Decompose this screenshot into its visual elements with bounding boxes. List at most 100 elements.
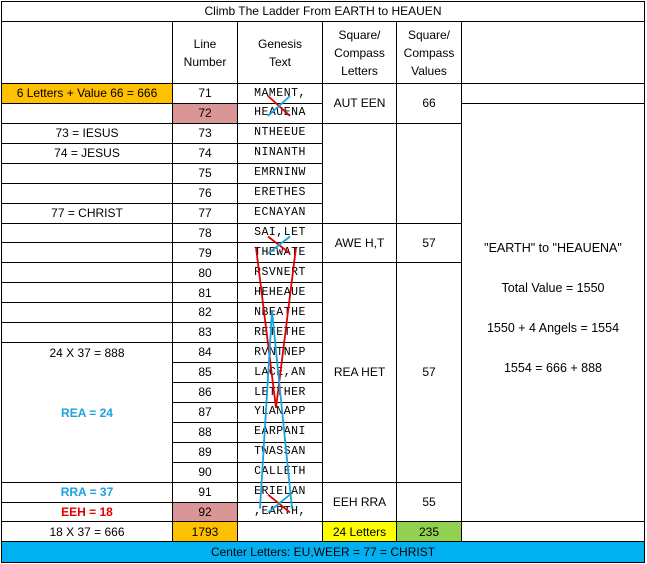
totals-value: 235 [397, 522, 462, 542]
genesis-text-cell: RSVNERT [238, 263, 323, 284]
genesis-text-cell: RETETHE [238, 323, 323, 344]
header-text: Letters [341, 63, 378, 78]
header-line-number: Line Number [173, 22, 238, 84]
summary-line: Total Value = 1550 [501, 281, 605, 296]
line-number-cell: 79 [173, 243, 238, 264]
line-number-cell: 83 [173, 323, 238, 344]
summary-blank [462, 84, 645, 104]
header-genesis-text: Genesis Text [238, 22, 323, 84]
genesis-text-cell: NINANTH [238, 143, 323, 164]
note-cell: 77 = CHRIST [1, 203, 173, 224]
note-cell: RRA = 37 [1, 482, 173, 503]
genesis-text-cell: RVNTNEP [238, 343, 323, 363]
line-number-cell: 80 [173, 263, 238, 284]
note-cell: 6 Letters + Value 66 = 666 [1, 84, 173, 104]
line-number-cell: 89 [173, 442, 238, 463]
compass-letters-cell: AUT EEN [323, 84, 397, 124]
genesis-text-cell: ECNAYAN [238, 203, 323, 224]
line-number-cell: 82 [173, 303, 238, 324]
header-text: Text [268, 54, 291, 69]
note-cell [1, 183, 173, 204]
genesis-text-cell: LACE,AN [238, 363, 323, 383]
genesis-text-cell: THEWATE [238, 243, 323, 264]
line-number-cell: 74 [173, 143, 238, 164]
genesis-text-cell: EARPANI [238, 422, 323, 443]
compass-value-cell: 55 [397, 482, 462, 523]
header-text: Values [411, 63, 447, 78]
genesis-text-cell: ERIELAN [238, 482, 323, 503]
line-number-cell: 84 [173, 343, 238, 363]
compass-value-cell: 66 [397, 84, 462, 124]
note-cell [1, 323, 173, 344]
line-number-cell: 92 [173, 502, 238, 523]
totals-line: 1793 [173, 522, 238, 542]
note-cell [1, 263, 173, 284]
genesis-text-cell: MAMENT, [238, 84, 323, 104]
summary-line: 1550 + 4 Angels = 1554 [486, 321, 620, 336]
header-text: Square/ [407, 27, 451, 42]
genesis-text-cell: NTHEEUE [238, 123, 323, 144]
summary-panel: "EARTH" to "HEAUENA" Total Value = 1550 15… [462, 103, 645, 523]
totals-note: 18 X 37 = 666 [1, 522, 173, 542]
line-number-cell: 75 [173, 163, 238, 184]
totals-blank [462, 522, 645, 542]
genesis-text-cell: EMRNINW [238, 163, 323, 184]
header-text: Genesis [257, 36, 303, 51]
header-values: Square/Compass Values [397, 22, 462, 84]
genesis-text-cell: TWASSAN [238, 442, 323, 463]
genesis-text-cell: HEAUENA [238, 103, 323, 124]
note-cell [1, 223, 173, 244]
line-number-cell: 91 [173, 482, 238, 503]
header-letters: Square/Compass Letters [323, 22, 397, 84]
genesis-text-cell: HEHEAUE [238, 283, 323, 304]
line-number-cell: 87 [173, 402, 238, 423]
line-number-cell: 90 [173, 462, 238, 483]
header-notes [1, 22, 173, 84]
sheet-title: Climb The Ladder From EARTH to HEAUEN [1, 1, 645, 22]
line-number-cell: 86 [173, 382, 238, 403]
note-cell [1, 303, 173, 324]
note-cell: 74 = JESUS [1, 143, 173, 164]
header-text: Compass [403, 45, 455, 60]
line-number-cell: 78 [173, 223, 238, 244]
compass-letters-cell [323, 123, 397, 224]
line-number-cell: 71 [173, 84, 238, 104]
summary-line: 1554 = 666 + 888 [503, 361, 602, 376]
genesis-text-cell: CALLETH [238, 462, 323, 483]
note-cell [1, 243, 173, 264]
line-number-cell: 85 [173, 363, 238, 383]
compass-letters-cell: REA HET [323, 263, 397, 483]
compass-letters-cell: EEH RRA [323, 482, 397, 523]
header-text: Number [183, 54, 227, 69]
genesis-text-cell: ,EARTH, [238, 502, 323, 523]
note-cell: 73 = IESUS [1, 123, 173, 144]
summary-line: "EARTH" to "HEAUENA" [484, 241, 622, 256]
header-text: Square/ [338, 27, 381, 42]
genesis-text-cell: ERETHES [238, 183, 323, 204]
note-cell-merged: 24 X 37 = 888 REA = 24 [1, 343, 173, 483]
totals-blank [238, 522, 323, 542]
header-text: Line [193, 36, 217, 51]
genesis-text-cell: YLANAPP [238, 402, 323, 423]
compass-value-cell: 57 [397, 223, 462, 264]
footer-bar: Center Letters: EU,WEER = 77 = CHRIST [1, 542, 645, 563]
note-cell [1, 283, 173, 304]
line-number-cell: 72 [173, 103, 238, 124]
compass-value-cell: 57 [397, 263, 462, 483]
genesis-text-cell: SAI,LET [238, 223, 323, 244]
genesis-text-cell: NBEATHE [238, 303, 323, 324]
compass-letters-cell: AWE H,T [323, 223, 397, 264]
note-cell: EEH = 18 [1, 502, 173, 523]
line-number-cell: 76 [173, 183, 238, 204]
rea-note: REA = 24 [61, 405, 113, 420]
compass-value-cell [397, 123, 462, 224]
line-number-cell: 81 [173, 283, 238, 304]
note-cell [1, 103, 173, 124]
header-text: Compass [334, 45, 385, 60]
totals-letters: 24 Letters [323, 522, 397, 542]
header-summary [462, 22, 645, 84]
note-cell [1, 163, 173, 184]
note-text: 24 X 37 = 888 [49, 345, 125, 360]
line-number-cell: 88 [173, 422, 238, 443]
genesis-text-cell: LETTHER [238, 382, 323, 403]
